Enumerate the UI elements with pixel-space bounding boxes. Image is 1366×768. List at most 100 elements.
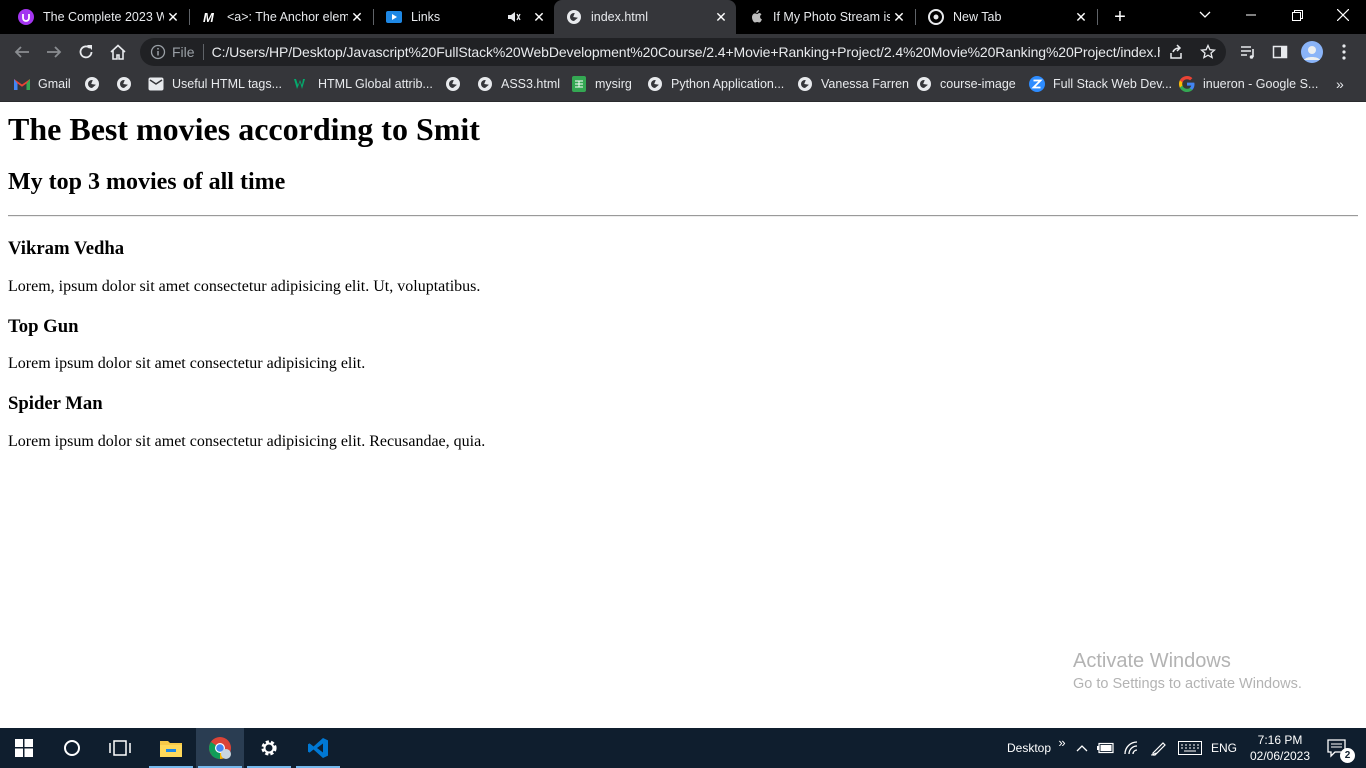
bookmark-html-global-attributes[interactable]: HTML Global attrib... — [294, 70, 433, 98]
globe-icon — [116, 76, 132, 92]
home-button[interactable] — [104, 38, 132, 66]
chevron-up-icon — [1076, 745, 1088, 752]
close-window-button[interactable] — [1320, 0, 1366, 30]
close-icon[interactable]: ✕ — [712, 8, 730, 26]
bookmark-useful-html-tags[interactable]: Useful HTML tags... — [148, 70, 282, 98]
tab-divider — [1097, 9, 1098, 25]
tab-strip: The Complete 2023 W ✕ M <a>: The Anchor … — [0, 0, 1366, 34]
mail-icon — [148, 76, 164, 92]
taskbar-file-explorer[interactable] — [147, 728, 195, 768]
forward-button[interactable] — [40, 38, 68, 66]
tab-index-html[interactable]: index.html ✕ — [554, 0, 736, 34]
close-icon[interactable]: ✕ — [348, 8, 366, 26]
restore-button[interactable] — [1274, 0, 1320, 30]
chrome-icon — [209, 737, 231, 759]
bookmark-ass3-html[interactable]: ASS3.html — [477, 70, 560, 98]
movie-title: Top Gun — [8, 316, 79, 337]
tab-new-tab[interactable]: New Tab ✕ — [916, 0, 1096, 34]
svg-text:M: M — [203, 10, 215, 25]
profile-button[interactable] — [1298, 38, 1326, 66]
minimize-button[interactable] — [1228, 0, 1274, 30]
tab-udemy[interactable]: The Complete 2023 W ✕ — [6, 0, 188, 34]
close-icon[interactable]: ✕ — [890, 8, 908, 26]
folder-icon — [160, 741, 182, 757]
bookmark-vanessa-farren[interactable]: Vanessa Farren — [797, 70, 909, 98]
windows-logo-icon — [15, 739, 33, 757]
tab-photo-stream[interactable]: If My Photo Stream is ✕ — [736, 0, 914, 34]
notification-count-badge: 2 — [1340, 748, 1355, 763]
taskbar-settings[interactable] — [245, 728, 293, 768]
chrome-icon — [928, 9, 944, 25]
bookmark-inueron-google-sheets[interactable]: inueron - Google S... — [1179, 70, 1318, 98]
divider — [202, 44, 204, 60]
bookmark-item[interactable] — [116, 70, 140, 98]
star-icon[interactable] — [1200, 44, 1216, 60]
new-tab-button[interactable]: + — [1108, 5, 1132, 29]
z-icon — [1029, 76, 1045, 92]
bookmark-mysirg[interactable]: mysirg — [571, 70, 632, 98]
search-button[interactable] — [48, 728, 96, 768]
wifi-icon[interactable] — [1122, 728, 1142, 768]
desktop-toolbar-label[interactable]: Desktop — [1002, 728, 1056, 768]
home-icon — [110, 44, 126, 60]
info-icon[interactable] — [150, 44, 166, 60]
tab-mdn-anchor[interactable]: M <a>: The Anchor elem ✕ — [190, 0, 372, 34]
watermark-title: Activate Windows — [1073, 650, 1231, 672]
bookmark-item[interactable] — [84, 70, 108, 98]
start-button[interactable] — [0, 728, 48, 768]
minimize-icon — [1246, 14, 1256, 16]
bookmark-label: Useful HTML tags... — [172, 77, 282, 91]
reload-button[interactable] — [72, 38, 100, 66]
action-center-button[interactable]: 2 — [1318, 728, 1358, 768]
bookmark-full-stack-web-dev[interactable]: Full Stack Web Dev... — [1029, 70, 1172, 98]
bookmark-label: Vanessa Farren — [821, 77, 910, 91]
url-scheme-label: File — [172, 44, 195, 60]
address-bar[interactable]: File C:/Users/HP/Desktop/Javascript%20Fu… — [140, 38, 1226, 66]
close-icon[interactable]: ✕ — [164, 8, 182, 26]
movie-title: Vikram Vedha — [8, 238, 125, 259]
movie-description: Lorem, ipsum dolor sit amet consectetur … — [8, 278, 481, 295]
watermark-subtitle: Go to Settings to activate Windows. — [1073, 676, 1302, 692]
restore-icon — [1291, 9, 1303, 21]
battery-icon[interactable] — [1096, 728, 1116, 768]
media-control-button[interactable] — [1234, 38, 1262, 66]
keyboard-icon[interactable] — [1176, 728, 1204, 768]
muted-speaker-icon[interactable] — [506, 9, 522, 25]
taskbar-chrome[interactable] — [196, 728, 244, 768]
globe-icon — [445, 76, 461, 92]
activate-windows-watermark: Activate Windows Go to Settings to activ… — [1073, 650, 1302, 692]
movie-title: Spider Man — [8, 393, 103, 414]
taskbar-vscode[interactable] — [294, 728, 342, 768]
bookmark-item[interactable] — [445, 70, 469, 98]
clock[interactable]: 7:16 PM 02/06/2023 — [1248, 732, 1312, 764]
double-chevron-right-icon[interactable]: » — [1054, 722, 1070, 762]
url-text[interactable]: C:/Users/HP/Desktop/Javascript%20FullSta… — [212, 44, 1160, 60]
divider — [8, 215, 1358, 217]
close-icon[interactable]: ✕ — [1072, 8, 1090, 26]
globe-icon — [477, 76, 493, 92]
search-circle-icon — [64, 740, 80, 756]
task-view-button[interactable] — [96, 728, 144, 768]
pen-icon[interactable] — [1148, 728, 1170, 768]
menu-button[interactable] — [1330, 38, 1358, 66]
bookmark-label: inueron - Google S... — [1203, 77, 1319, 91]
bookmark-gmail[interactable]: Gmail — [14, 70, 71, 98]
globe-icon — [916, 76, 932, 92]
bookmark-label: ASS3.html — [501, 77, 561, 91]
bookmark-course-image[interactable]: course-image — [916, 70, 1016, 98]
language-indicator[interactable]: ENG — [1208, 728, 1240, 768]
back-button[interactable] — [8, 38, 36, 66]
close-icon[interactable]: ✕ — [530, 8, 548, 26]
bookmark-label: Python Application... — [671, 77, 785, 91]
tab-links[interactable]: Links ✕ — [374, 0, 554, 34]
share-icon[interactable] — [1168, 44, 1184, 60]
clock-time: 7:16 PM — [1257, 733, 1303, 747]
tab-title: If My Photo Stream is — [773, 10, 890, 24]
bookmarks-overflow-button[interactable]: » — [1336, 70, 1344, 98]
tab-search-button[interactable] — [1182, 0, 1228, 30]
gmail-icon — [14, 76, 30, 92]
bookmark-python-application[interactable]: Python Application... — [647, 70, 784, 98]
show-hidden-icons-button[interactable] — [1072, 728, 1092, 768]
side-panel-button[interactable] — [1266, 38, 1294, 66]
browser-toolbar: File C:/Users/HP/Desktop/Javascript%20Fu… — [0, 34, 1366, 70]
